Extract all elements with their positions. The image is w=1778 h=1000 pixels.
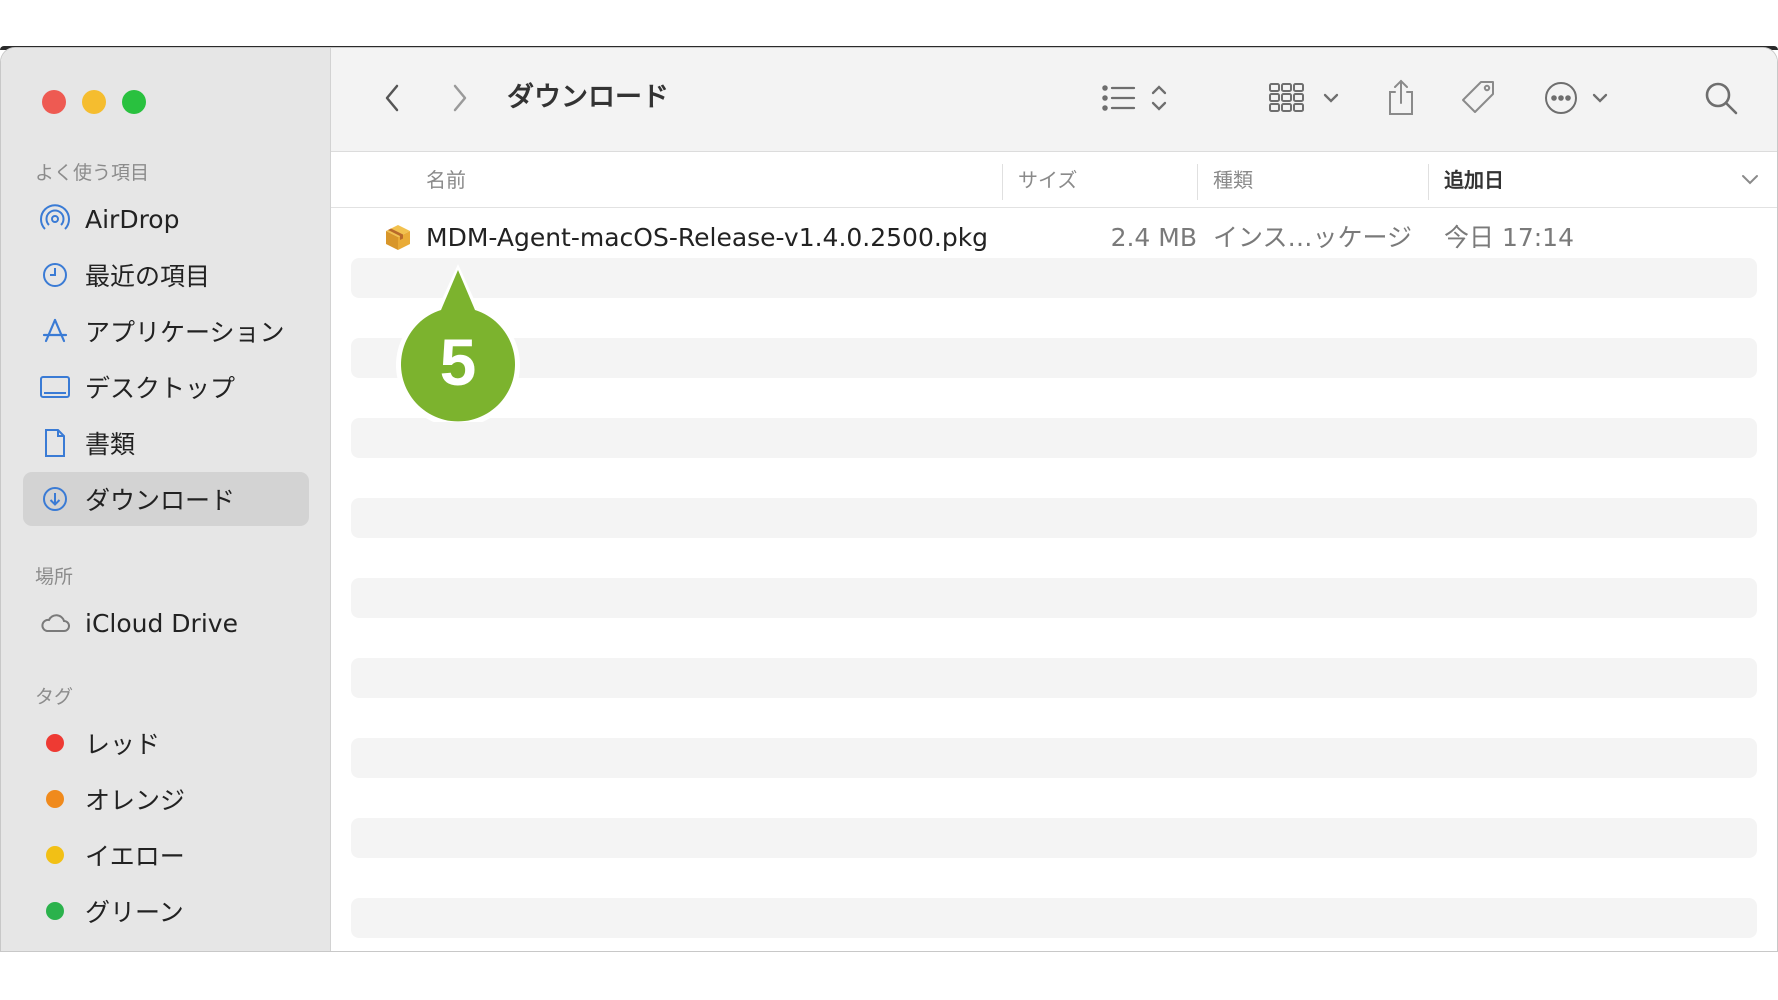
search-icon [1705,82,1738,115]
sidebar-item-label: 最近の項目 [85,262,211,291]
close-window-button[interactable] [42,90,66,114]
toolbar: ダウンロード [331,48,1777,152]
empty-row [351,578,1757,618]
column-date-added-header[interactable]: 追加日 [1444,152,1504,208]
cloud-icon [39,607,71,639]
file-kind: インス…ッケージ [1213,223,1413,252]
sidebar-item-applications[interactable]: アプリケーション [23,304,309,358]
document-icon [39,427,71,459]
action-menu-button[interactable] [1544,76,1616,120]
column-header: 名前 サイズ 種類 追加日 [331,152,1777,208]
green-tag-dot-icon [46,902,64,920]
back-button[interactable] [375,76,409,120]
step-callout: 5 [393,262,523,428]
sidebar-item-label: AirDrop [85,204,180,234]
sidebar-item-desktop[interactable]: デスクトップ [23,360,309,414]
sidebar-item-label: アプリケーション [85,318,285,347]
desktop-icon [39,371,71,403]
sidebar-item-recents[interactable]: 最近の項目 [23,248,309,302]
view-options-button[interactable] [1101,76,1177,120]
forward-button[interactable] [443,76,477,120]
empty-row [351,258,1757,298]
sidebar-item-icloud-drive[interactable]: iCloud Drive [23,596,309,650]
empty-row [351,738,1757,778]
sidebar-item-label: レッド [85,730,161,759]
sidebar-item-label: オレンジ [85,786,186,815]
orange-tag-dot-icon [46,790,64,808]
sidebar-item-label: デスクトップ [85,374,236,403]
column-size-header[interactable]: サイズ [1018,152,1077,208]
empty-row [351,658,1757,698]
sidebar-item-label: グリーン [85,898,184,927]
empty-row [351,338,1757,378]
sort-chevron-down-icon[interactable] [1741,152,1759,208]
column-kind-header[interactable]: 種類 [1213,152,1253,208]
empty-row [351,818,1757,858]
column-divider[interactable] [1002,164,1003,200]
sidebar-item-label: ダウンロード [85,486,236,515]
sidebar-item-tag-green[interactable]: グリーン [23,884,309,938]
sidebar-item-tag-orange[interactable]: オレンジ [23,772,309,826]
group-button[interactable] [1268,76,1348,120]
window-title: ダウンロード [507,82,669,113]
file-name: MDM-Agent-macOS-Release-v1.4.0.2500.pkg [426,223,989,252]
search-button[interactable] [1701,76,1741,120]
sidebar-item-tag-yellow[interactable]: イエロー [23,828,309,882]
zoom-window-button[interactable] [122,90,146,114]
step-number: 5 [440,325,477,399]
empty-row [351,498,1757,538]
locations-heading: 場所 [35,566,74,588]
file-list: MDM-Agent-macOS-Release-v1.4.0.2500.pkg … [331,208,1777,951]
sidebar-item-label: 書類 [85,430,136,459]
package-icon [383,222,413,262]
share-icon [1389,79,1413,115]
red-tag-dot-icon [46,734,64,752]
sidebar-item-downloads[interactable]: ダウンロード [23,472,309,526]
sidebar-item-label: イエロー [85,842,185,871]
applications-icon [39,315,71,347]
yellow-tag-dot-icon [46,846,64,864]
tags-heading: タグ [35,686,74,708]
favorites-heading: よく使う項目 [35,162,150,184]
clock-icon [39,259,71,291]
sidebar: よく使う項目 AirDrop 最近の項目 アプリケーション デスクトップ 書類 … [1,48,331,951]
sidebar-item-documents[interactable]: 書類 [23,416,309,470]
airdrop-icon [39,203,71,235]
sidebar-item-label: iCloud Drive [85,608,238,638]
table-row[interactable]: MDM-Agent-macOS-Release-v1.4.0.2500.pkg … [331,218,1777,258]
downloads-icon [39,483,71,515]
minimize-window-button[interactable] [82,90,106,114]
more-icon [1545,82,1608,114]
empty-row [351,418,1757,458]
share-button[interactable] [1381,76,1421,120]
sidebar-item-tag-red[interactable]: レッド [23,716,309,770]
chevron-right-icon [453,84,467,112]
list-view-icon [1102,85,1167,111]
tag-button[interactable] [1457,76,1501,120]
grid-icon [1269,83,1339,112]
finder-window: よく使う項目 AirDrop 最近の項目 アプリケーション デスクトップ 書類 … [1,48,1777,951]
sidebar-item-airdrop[interactable]: AirDrop [23,192,309,246]
chevron-left-icon [385,84,399,112]
column-divider[interactable] [1197,164,1198,200]
column-name-header[interactable]: 名前 [426,152,466,208]
file-size: 2.4 MB [1110,223,1197,252]
file-date-added: 今日 17:14 [1444,223,1574,252]
tag-icon [1462,81,1494,113]
empty-row [351,898,1757,938]
column-divider[interactable] [1428,164,1429,200]
